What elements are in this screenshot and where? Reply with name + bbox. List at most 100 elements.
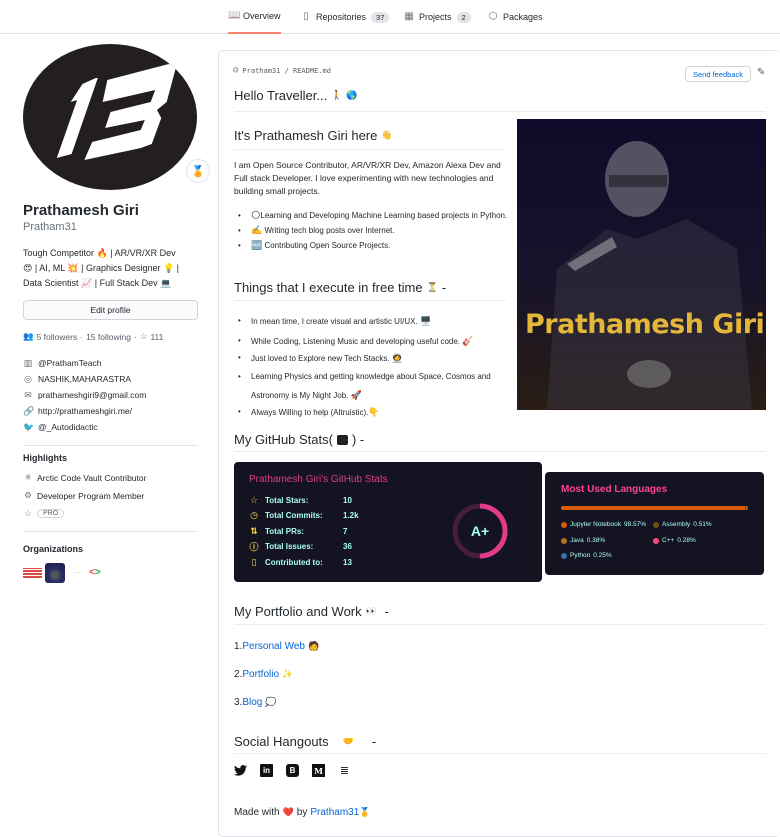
highlight-developer-program[interactable]: ⚙ Developer Program Member <box>23 490 144 501</box>
tab-projects[interactable]: ▦ Projects 2 <box>404 0 471 34</box>
free-time-heading: Things that I execute in free time ⏳ - <box>234 280 447 295</box>
detail-email[interactable]: ✉ prathameshgiri9@gmail.com <box>23 387 146 403</box>
blogger-icon[interactable]: B <box>286 764 299 777</box>
tab-packages[interactable]: ⬡ Packages <box>488 0 543 34</box>
thought-bubble-icon: 💭 <box>265 697 277 707</box>
blog-link[interactable]: Blog <box>242 697 262 708</box>
language-cpp: C++ 0.28% <box>653 537 696 544</box>
send-feedback-button[interactable]: Send feedback <box>685 66 751 82</box>
hourglass-icon: ⏳ <box>426 282 438 292</box>
edit-readme-button[interactable]: ✎ <box>757 67 765 78</box>
profile-details: ▥ @PrathamTeach ◎ NASHIK,MAHARASTRA ✉ pr… <box>23 355 146 435</box>
moon-icon: 🌕 <box>251 210 261 220</box>
pull-request-icon: ⇅ <box>250 526 258 536</box>
org-avatar[interactable] <box>45 563 65 583</box>
rocket-icon: 🚀 <box>350 390 362 400</box>
twitter-icon[interactable] <box>234 764 247 777</box>
banner-name-text: Prathamesh Giri <box>525 309 765 340</box>
profile-bio: Tough Competitor 🔥 | AR/VR/XR Dev 😍 | AI… <box>23 248 180 288</box>
cpu-icon: ⚙ <box>24 490 32 500</box>
language-color-dot <box>561 537 567 544</box>
avatar[interactable]: 🏅 <box>23 44 210 190</box>
free-icon: 🆓 <box>251 240 263 250</box>
walking-person-icon: 🚶 <box>331 90 343 100</box>
language-color-dot <box>653 521 659 528</box>
rank-grade: A+ <box>470 523 490 539</box>
divider <box>234 451 766 452</box>
highlight-arctic-vault[interactable]: ✳ Arctic Code Vault Contributor <box>23 472 146 483</box>
stats-emoji-icon <box>336 434 348 445</box>
divider <box>234 624 766 625</box>
portfolio-link[interactable]: Portfolio <box>242 669 279 680</box>
personal-web-link[interactable]: Personal Web <box>242 641 305 652</box>
language-color-dot <box>653 537 659 544</box>
following-link[interactable]: 15 following <box>86 332 131 342</box>
portfolio-item: 2. Portfolio ✨ <box>234 669 294 680</box>
organizations-heading: Organizations <box>23 544 84 554</box>
list-item: ✍️ Writing tech blog posts over Internet… <box>234 224 509 237</box>
eyes-icon: 👀 <box>365 606 377 616</box>
repo-icon: ▯ <box>303 11 309 22</box>
language-java: Java 0.38% <box>561 537 605 544</box>
detail-company[interactable]: ▥ @PrathamTeach <box>23 355 146 371</box>
detail-website[interactable]: 🔗 http://prathameshgiri.me/ <box>23 403 146 419</box>
author-link[interactable]: Pratham31 <box>310 807 359 818</box>
free-time-list: In mean time, I create visual and artist… <box>234 314 509 420</box>
project-icon: ▦ <box>404 11 414 22</box>
languages-title: Most Used Languages <box>561 484 668 495</box>
medium-icon[interactable]: M <box>312 764 325 777</box>
language-bar-segment <box>561 506 746 510</box>
language-assembly: Assembly 0.51% <box>653 521 712 528</box>
language-jupyter: Jupyter Notebook 98.57% <box>561 521 646 528</box>
stat-contributed-to: ▯ Contributed to: 13 <box>249 555 352 570</box>
pro-badge: PRO <box>37 509 65 518</box>
list-item: Always Willing to help (Altruistic).👇 <box>234 405 509 420</box>
profile-banner-image: Prathamesh Giri <box>517 119 766 410</box>
stackoverflow-icon[interactable]: ≣ <box>338 764 351 777</box>
pencil-icon: ✎ <box>757 67 766 78</box>
people-icon: 👥 <box>23 331 34 341</box>
achievement-badge[interactable]: 🏅 <box>186 159 210 183</box>
org-avatar[interactable] <box>23 568 42 578</box>
profile-tabs: 📖 Overview ▯ Repositories 37 ▦ Projects … <box>0 0 780 34</box>
tab-repositories[interactable]: ▯ Repositories 37 <box>301 0 390 34</box>
org-avatar[interactable]: <> <box>89 568 105 578</box>
followers-link[interactable]: 5 followers <box>37 332 78 342</box>
intro-list: 🌕Learning and Developing Machine Learnin… <box>234 209 509 252</box>
intro-heading: It's Prathamesh Giri here 👋 <box>234 128 393 143</box>
repo-icon: ▯ <box>251 557 257 567</box>
profile-full-name: Prathamesh Giri <box>23 202 139 219</box>
book-icon: 📖 <box>228 10 241 21</box>
linkedin-icon[interactable]: in <box>260 764 273 777</box>
twitter-icon: 🐦 <box>23 421 35 432</box>
stars-link[interactable]: 111 <box>150 332 163 342</box>
star-icon: ☆ <box>24 508 32 518</box>
detail-location: ◎ NASHIK,MAHARASTRA <box>24 373 132 385</box>
social-links: in B M ≣ <box>234 764 351 777</box>
detail-twitter[interactable]: 🐦 @_Autodidactic <box>23 419 146 435</box>
divider <box>234 111 766 112</box>
languages-bar <box>561 506 748 510</box>
avatar-image <box>23 44 197 190</box>
top-languages-card[interactable]: Most Used Languages Jupyter Notebook 98.… <box>545 472 764 575</box>
waving-hand-icon: 👋 <box>381 130 393 140</box>
organizations-list: ~~~ <> <box>23 563 105 583</box>
clock-icon: ◷ <box>250 510 258 520</box>
star-icon: ☆ <box>139 331 148 341</box>
astronaut-icon: 🧑‍🚀 <box>391 353 404 363</box>
github-stats-card[interactable]: Prathamesh Giri's GitHub Stats ☆ Total S… <box>234 462 542 582</box>
org-avatar[interactable]: ~~~ <box>68 569 86 577</box>
intro-paragraph: I am Open Source Contributor, AR/VR/XR D… <box>234 160 501 196</box>
organization-icon: ▥ <box>23 357 33 368</box>
writing-hand-icon: ✍️ <box>251 225 263 235</box>
readme-path[interactable]: ☺ Pratham31 / README.md <box>233 66 331 76</box>
person-silhouette <box>547 141 752 409</box>
tab-overview[interactable]: 📖 Overview <box>228 0 281 34</box>
divider <box>234 149 506 150</box>
pointing-down-icon: 👇 <box>368 407 380 417</box>
edit-profile-button[interactable]: Edit profile <box>23 300 198 320</box>
globe-icon: 🌎 <box>346 90 358 100</box>
person-icon: 🧑 <box>307 641 320 651</box>
rank-circle: A+ <box>450 501 510 561</box>
divider <box>234 300 506 301</box>
